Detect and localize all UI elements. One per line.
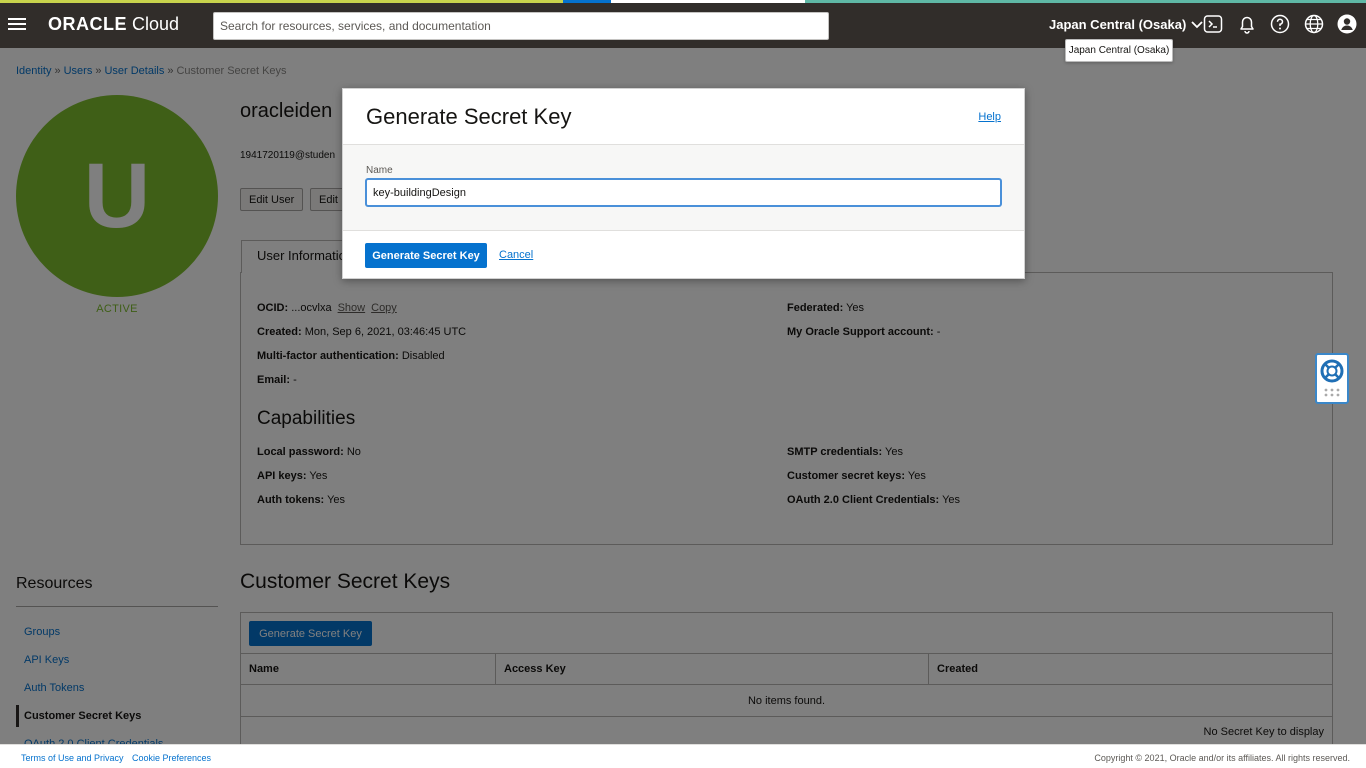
support-help-widget[interactable] xyxy=(1315,353,1349,404)
logo-brand: ORACLE xyxy=(48,13,127,34)
generate-secret-key-dialog: Generate Secret Key Help Name Generate S… xyxy=(342,88,1025,279)
profile-icon[interactable] xyxy=(1337,14,1357,34)
chevron-down-icon xyxy=(1191,20,1203,28)
copyright-text: Copyright © 2021, Oracle and/or its affi… xyxy=(1094,753,1350,763)
search-input[interactable] xyxy=(213,12,829,40)
cookie-preferences-link[interactable]: Cookie Preferences xyxy=(132,753,211,763)
dialog-generate-secret-key-button[interactable]: Generate Secret Key xyxy=(365,243,487,268)
logo-product: Cloud xyxy=(132,13,180,34)
loading-stripe xyxy=(0,0,1366,3)
dialog-cancel-link[interactable]: Cancel xyxy=(499,249,533,261)
cloud-shell-icon[interactable] xyxy=(1203,14,1223,34)
name-field-label: Name xyxy=(366,165,393,176)
hamburger-menu-icon[interactable] xyxy=(8,18,26,30)
lifebuoy-icon xyxy=(1320,359,1344,397)
bell-icon[interactable] xyxy=(1237,14,1257,34)
dialog-body: Name xyxy=(343,145,1024,231)
dialog-header: Generate Secret Key Help xyxy=(343,89,1024,145)
terms-link[interactable]: Terms of Use and Privacy xyxy=(21,753,124,763)
help-icon[interactable] xyxy=(1270,14,1290,34)
globe-icon[interactable] xyxy=(1304,14,1324,34)
region-selector[interactable]: Japan Central (Osaka) xyxy=(1049,17,1203,32)
region-label: Japan Central (Osaka) xyxy=(1049,17,1187,32)
secret-key-name-input[interactable] xyxy=(365,178,1002,207)
oracle-cloud-logo[interactable]: ORACLE Cloud xyxy=(48,14,179,35)
dialog-help-link[interactable]: Help xyxy=(978,111,1001,123)
footer: Terms of Use and Privacy Cookie Preferen… xyxy=(0,744,1366,768)
region-tooltip: Japan Central (Osaka) xyxy=(1065,39,1173,62)
dialog-title: Generate Secret Key xyxy=(366,104,572,129)
